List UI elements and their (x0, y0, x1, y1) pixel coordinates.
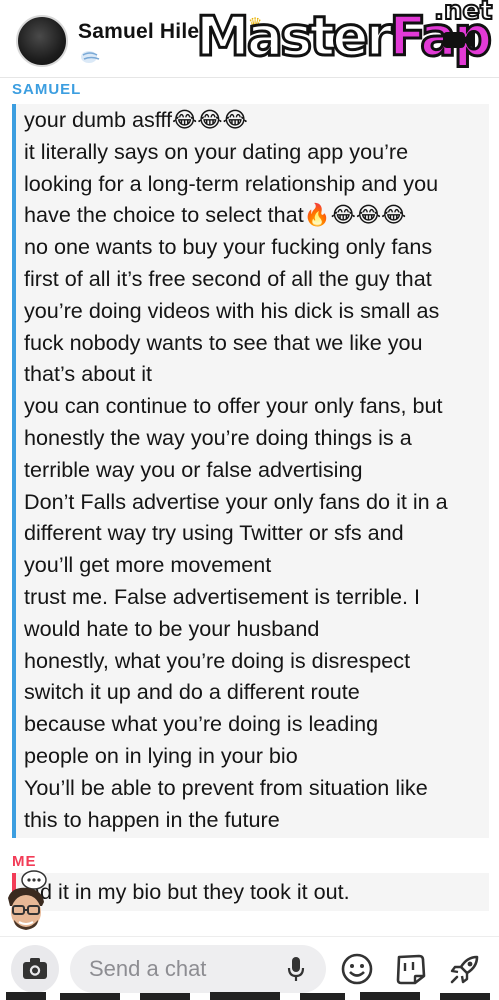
message-line: you’re doing videos with his dick is sma… (24, 297, 440, 323)
watermark-master: Master (194, 5, 393, 68)
message-line: that’s about it (24, 361, 153, 387)
chat-header: Samuel Hile ♛ MasterFap .net (0, 0, 499, 78)
message-line: people on in lying in your bio (24, 742, 298, 768)
message-line: this to happen in the future (24, 806, 280, 832)
next-screenshot-strip (6, 992, 490, 1000)
message-text-me: ad it in my bio but they took it out. (28, 879, 350, 904)
message-line: honestly the way you’re doing things is … (24, 424, 412, 450)
smiley-icon[interactable] (339, 951, 375, 987)
message-line: would hate to be your husband (24, 615, 320, 641)
message-line: no one wants to buy your fucking only fa… (24, 234, 433, 260)
message-line: trust me. False advertisement is terribl… (24, 583, 421, 609)
message-group-samuel: your dumb asfff😂😂😂 it literally says on y… (12, 104, 489, 838)
message-line: honestly, what you’re doing is disrespec… (24, 647, 411, 673)
message-line: different way try using Twitter or sfs a… (24, 520, 404, 546)
message-line: it literally says on your dating app you… (24, 138, 409, 164)
message-line: terrible way you or false advertising (24, 456, 363, 482)
message-line: Don’t Falls advertise your only fans do … (24, 488, 448, 514)
watermark-net: .net (433, 0, 493, 27)
message-line: looking for a long-term relationship and… (24, 170, 439, 196)
camera-icon (23, 958, 47, 979)
message-line: because what you’re doing is leading (24, 711, 379, 737)
avatar-icon[interactable] (16, 15, 68, 67)
message-line: switch it up and do a different route (24, 679, 360, 705)
bitmoji-typing-icon (8, 870, 47, 930)
wind-emoji-icon (81, 51, 100, 63)
sender-label-samuel: SAMUEL (12, 81, 82, 98)
message-line: fuck nobody wants to see that we like yo… (24, 329, 423, 355)
message-text-samuel: your dumb asfff😂😂😂 it literally says on y… (24, 104, 486, 835)
rocket-icon[interactable] (447, 951, 483, 987)
message-line: first of all it’s free second of all the… (24, 265, 432, 291)
message-line: your dumb asfff😂😂😂 (24, 107, 248, 132)
message-group-me: ad it in my bio but they took it out. (12, 873, 489, 911)
sender-accent-bar (12, 104, 16, 838)
message-line: you’ll get more movement (24, 552, 272, 578)
sticker-icon[interactable] (393, 951, 429, 987)
message-line: You’ll be able to prevent from situation… (24, 774, 428, 800)
microphone-icon[interactable] (284, 955, 308, 983)
header-actions-icon[interactable] (439, 26, 491, 54)
camera-button[interactable] (11, 945, 59, 993)
message-line: have the choice to select that🔥😂😂😂 (24, 202, 407, 228)
contact-name[interactable]: Samuel Hile (78, 20, 199, 44)
message-line: you can continue to offer your only fans… (24, 393, 443, 419)
